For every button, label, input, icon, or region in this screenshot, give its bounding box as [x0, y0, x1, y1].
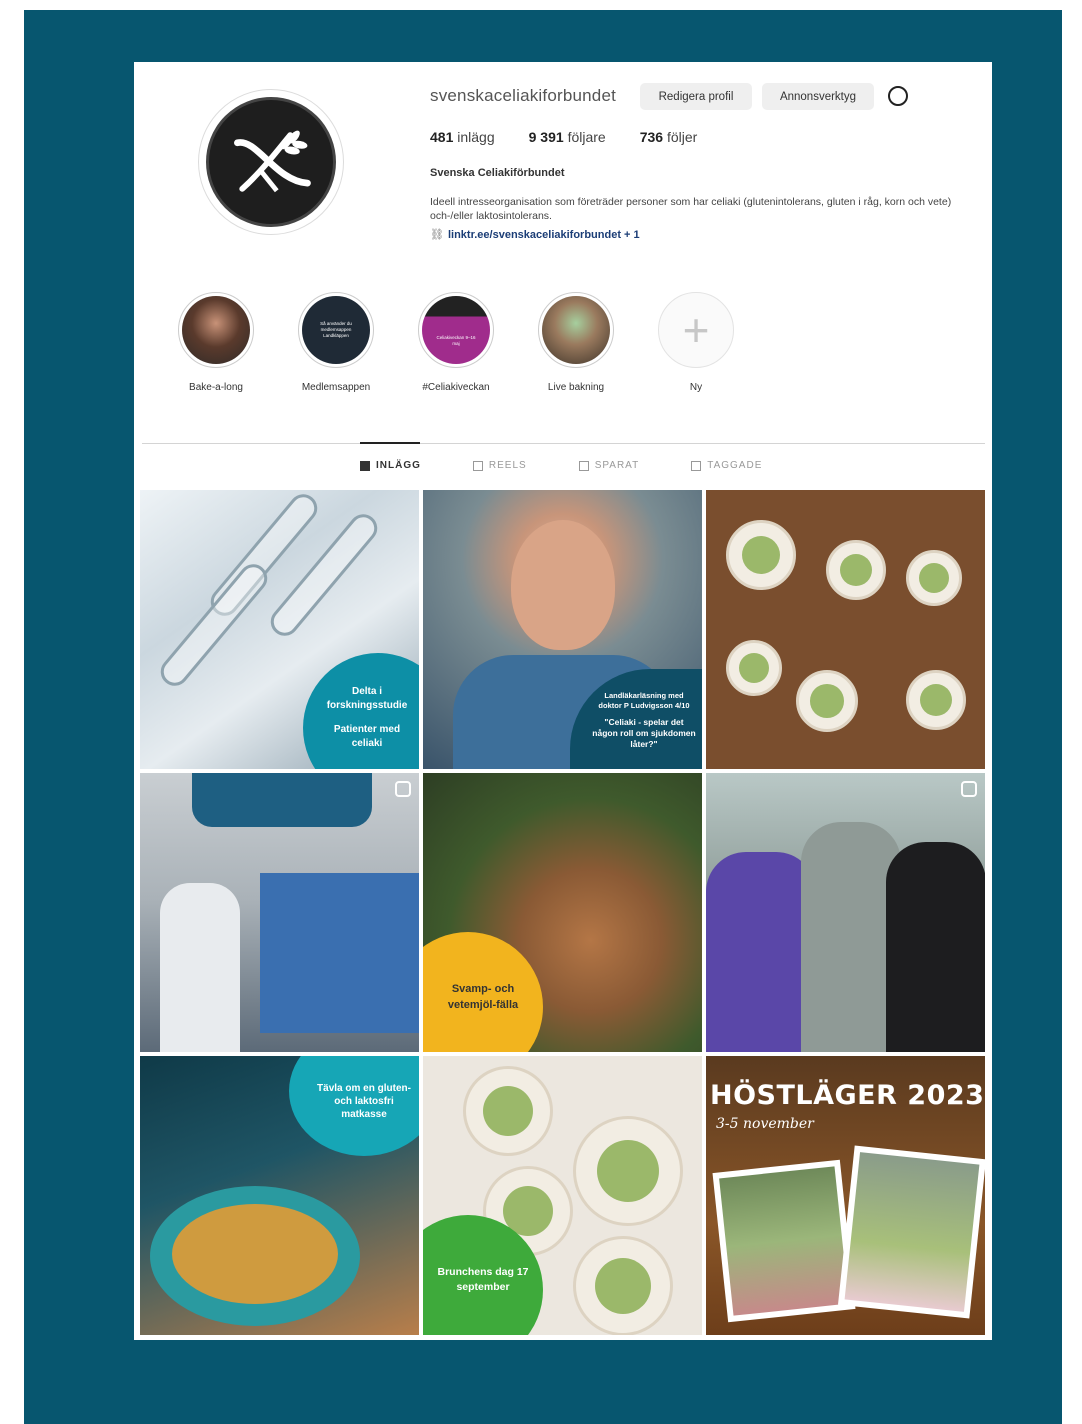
highlight-label: Bake-a-long — [189, 382, 243, 393]
profile-stats: 481 inlägg 9 391 följare 736 följer — [430, 129, 697, 145]
profile-link[interactable]: ⛓ linktr.ee/svenskaceliakiforbundet + 1 — [430, 228, 640, 241]
highlight-medlemsappen[interactable]: Så använder du medlemsappen Landkläppen … — [286, 292, 386, 393]
reels-icon — [472, 460, 483, 471]
highlight-label: Ny — [689, 382, 703, 393]
bookmark-icon — [578, 460, 589, 471]
highlight-new[interactable]: + Ny — [646, 292, 746, 393]
post-tile[interactable]: Brunchens dag 17 september — [423, 1056, 702, 1335]
highlight-live-bakning[interactable]: Live bakning — [526, 292, 626, 393]
celiac-logo-icon — [206, 97, 336, 227]
edit-profile-button[interactable]: Redigera profil — [640, 83, 752, 110]
highlight-label: Live bakning — [547, 382, 605, 393]
highlight-cover — [182, 296, 250, 364]
link-icon: ⛓ — [430, 229, 444, 241]
active-tab-indicator — [360, 442, 420, 444]
post-caption-badge: Svamp- och vetemjöl-fälla — [423, 932, 543, 1052]
highlight-cover — [542, 296, 610, 364]
post-tile[interactable]: HÖSTLÄGER 2023 3-5 november — [706, 1056, 985, 1335]
tag-icon — [691, 460, 702, 471]
post-tile[interactable]: Tävla om en gluten- och laktosfri matkas… — [140, 1056, 419, 1335]
post-caption-badge: Delta i forskningsstudie Patienter med c… — [303, 653, 419, 769]
post-tile[interactable] — [706, 773, 985, 1052]
highlight-cover: Så använder du medlemsappen Landkläppen — [302, 296, 370, 364]
highlight-cover: Celiakiveckan 9–16 maj — [422, 296, 490, 364]
profile-full-name: Svenska Celiakiförbundet — [430, 167, 565, 179]
post-subtitle: 3-5 november — [716, 1116, 814, 1132]
instagram-profile-page: svenskaceliakiforbundet Redigera profil … — [134, 62, 992, 1340]
settings-gear-icon[interactable] — [888, 86, 908, 106]
following-count[interactable]: 736 följer — [640, 129, 698, 145]
tab-reels[interactable]: REELS — [472, 460, 527, 471]
tab-posts[interactable]: INLÄGG — [360, 460, 421, 471]
reel-icon — [395, 781, 411, 797]
post-caption-badge: Tävla om en gluten- och laktosfri matkas… — [289, 1056, 419, 1156]
post-title: HÖSTLÄGER 2023 — [710, 1080, 985, 1111]
post-tile[interactable] — [706, 490, 985, 769]
post-tile[interactable] — [140, 773, 419, 1052]
ad-tools-button[interactable]: Annonsverktyg — [762, 83, 874, 110]
tabs-divider — [142, 443, 985, 444]
highlight-celiakiveckan[interactable]: Celiakiveckan 9–16 maj #Celiakiveckan — [406, 292, 506, 393]
profile-username: svenskaceliakiforbundet — [430, 86, 617, 105]
post-tile[interactable]: Delta i forskningsstudie Patienter med c… — [140, 490, 419, 769]
profile-bio: Ideell intresseorganisation som företräd… — [430, 196, 952, 222]
plus-icon: + — [682, 304, 710, 356]
highlight-label: Medlemsappen — [301, 382, 371, 393]
post-tile[interactable]: Svamp- och vetemjöl-fälla — [423, 773, 702, 1052]
highlight-label: #Celiakiveckan — [422, 382, 490, 393]
tab-tagged[interactable]: TAGGADE — [691, 460, 762, 471]
followers-count[interactable]: 9 391 följare — [529, 129, 606, 145]
posts-grid: Delta i forskningsstudie Patienter med c… — [140, 490, 986, 1335]
reel-icon — [961, 781, 977, 797]
highlight-bake-a-long[interactable]: Bake-a-long — [166, 292, 266, 393]
posts-count[interactable]: 481 inlägg — [430, 129, 495, 145]
post-tile[interactable]: Landläkarläsning med doktor P Ludvigsson… — [423, 490, 702, 769]
profile-tabs: INLÄGG REELS SPARAT TAGGADE — [360, 460, 762, 471]
profile-avatar[interactable] — [198, 89, 344, 235]
tab-saved[interactable]: SPARAT — [578, 460, 640, 471]
grid-icon — [360, 460, 370, 471]
